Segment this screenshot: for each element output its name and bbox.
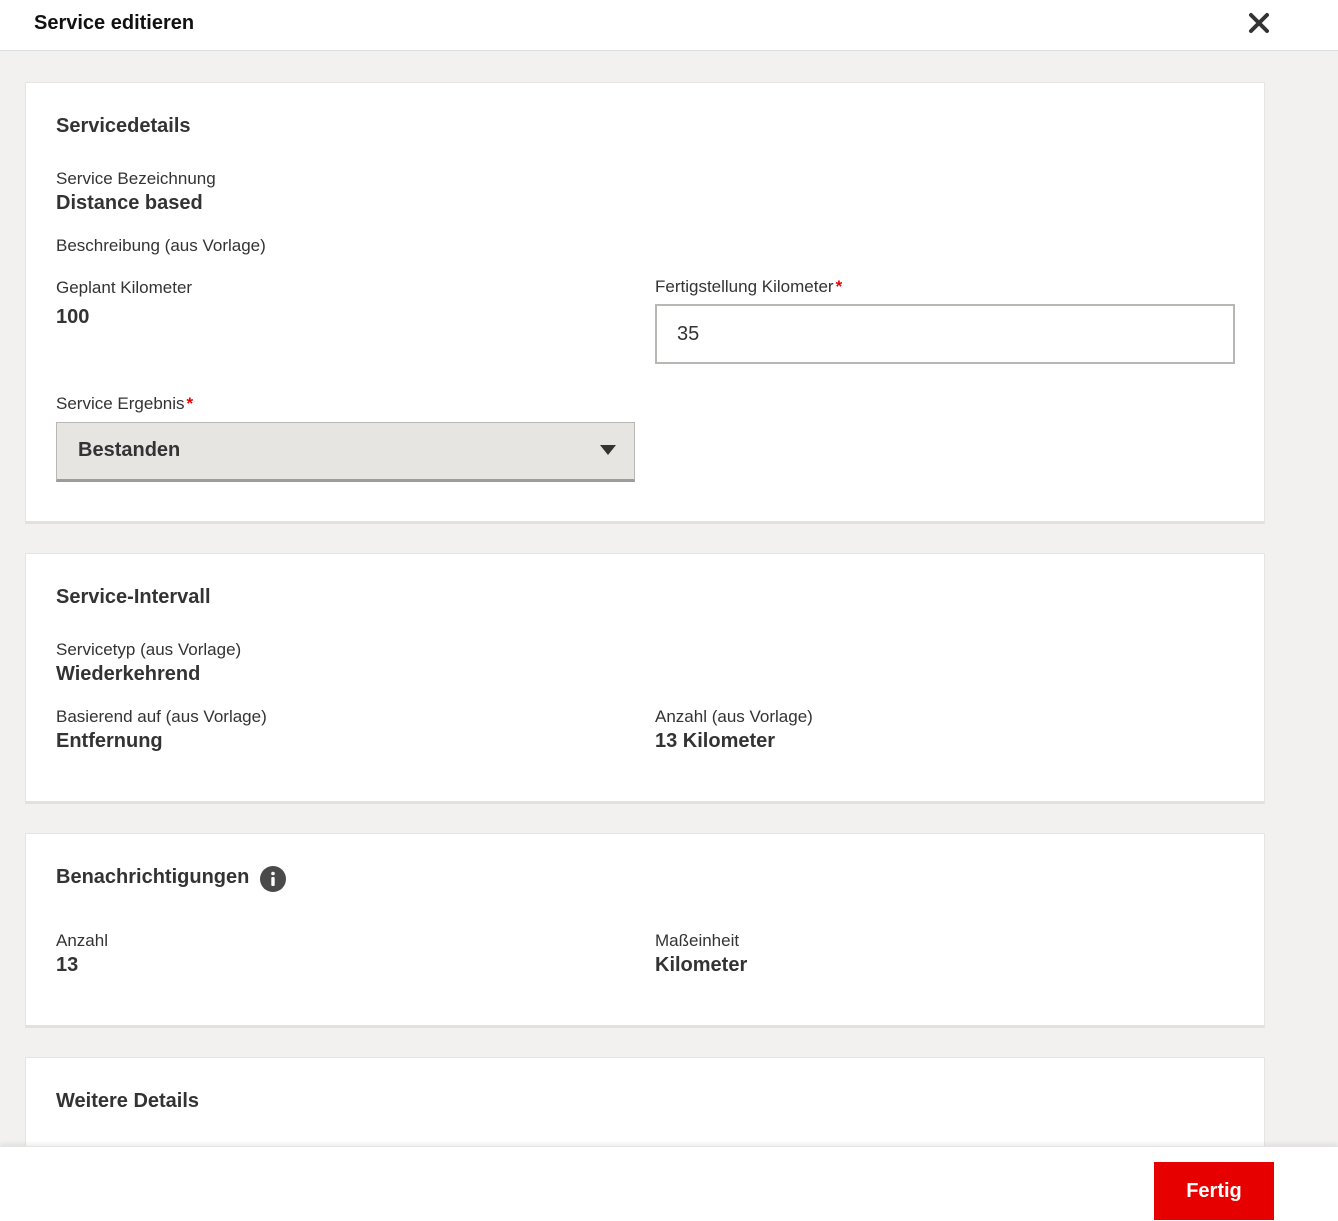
required-marker: *: [186, 394, 194, 413]
info-icon[interactable]: [260, 866, 286, 892]
service-details-title: Servicedetails: [56, 115, 191, 137]
planned-km-label: Geplant Kilometer: [56, 278, 193, 297]
completion-km-input[interactable]: [655, 304, 1235, 364]
chevron-down-icon: [600, 445, 616, 455]
notifications-title: Benachrichtigungen: [56, 866, 250, 888]
description-label: Beschreibung (aus Vorlage): [56, 236, 266, 255]
service-interval-title: Service-Intervall: [56, 586, 211, 608]
dialog-title: Service editieren: [34, 12, 195, 34]
completion-km-label: Fertigstellung Kilometer *: [655, 277, 842, 297]
info-glyph: [271, 871, 275, 886]
planned-km-value: 100: [56, 306, 90, 328]
required-marker: *: [835, 277, 843, 296]
close-button[interactable]: [1246, 10, 1272, 36]
dialog-header: Service editieren: [0, 0, 1338, 51]
service-result-selected-value: Bestanden: [78, 439, 181, 461]
based-on-label: Basierend auf (aus Vorlage): [56, 707, 267, 726]
more-details-card: Weitere Details: [25, 1057, 1265, 1146]
more-details-title: Weitere Details: [56, 1090, 200, 1112]
service-result-label: Service Ergebnis *: [56, 394, 193, 414]
service-details-card: Servicedetails Service Bezeichnung Dista…: [25, 82, 1265, 524]
service-name-value: Distance based: [56, 192, 203, 214]
service-result-label-text: Service Ergebnis: [56, 394, 185, 413]
interval-count-value: 13 Kilometer: [655, 730, 776, 752]
based-on-value: Entfernung: [56, 730, 163, 752]
notification-count-value: 13: [56, 954, 79, 976]
dialog-footer: Fertig: [0, 1146, 1338, 1221]
close-icon: [1249, 13, 1269, 33]
unit-value: Kilometer: [655, 954, 748, 976]
service-name-label: Service Bezeichnung: [56, 169, 216, 188]
service-interval-card: Service-Intervall Servicetyp (aus Vorlag…: [25, 553, 1265, 804]
notification-count-label: Anzahl: [56, 931, 108, 950]
service-type-label: Servicetyp (aus Vorlage): [56, 640, 242, 659]
unit-label: Maßeinheit: [655, 931, 740, 950]
service-type-value: Wiederkehrend: [56, 663, 201, 685]
interval-count-label: Anzahl (aus Vorlage): [655, 707, 813, 726]
notifications-card: Benachrichtigungen Anzahl 13 Maßeinheit …: [25, 833, 1265, 1028]
done-button[interactable]: Fertig: [1154, 1162, 1274, 1220]
completion-km-label-text: Fertigstellung Kilometer: [655, 277, 834, 296]
service-result-select[interactable]: Bestanden: [56, 422, 635, 482]
dialog-content[interactable]: Servicedetails Service Bezeichnung Dista…: [0, 52, 1338, 1146]
